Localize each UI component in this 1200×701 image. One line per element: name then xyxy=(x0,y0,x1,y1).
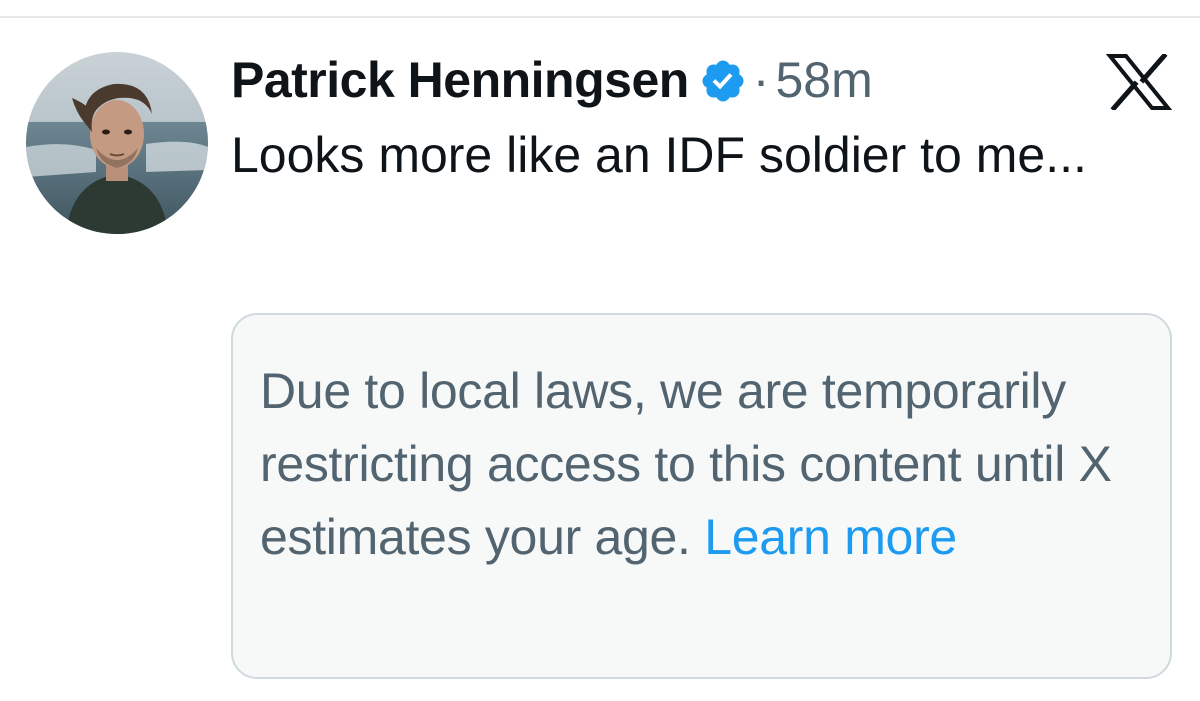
author-name[interactable]: Patrick Henningsen xyxy=(231,51,689,109)
timestamp[interactable]: 58m xyxy=(775,51,872,109)
notice-text: Due to local laws, we are temporarily re… xyxy=(260,355,1144,574)
tweet-screenshot: Patrick Henningsen · 58m Looks more like… xyxy=(0,0,1200,701)
age-restriction-notice: Due to local laws, we are temporarily re… xyxy=(231,313,1172,679)
top-divider xyxy=(0,16,1200,18)
avatar-photo xyxy=(26,52,208,234)
tweet-body: Patrick Henningsen · 58m Looks more like… xyxy=(231,40,1181,193)
notice-message: Due to local laws, we are temporarily re… xyxy=(260,363,1112,565)
x-logo-icon[interactable] xyxy=(1106,54,1172,110)
tweet-text: Looks more like an IDF soldier to me... xyxy=(231,127,1087,183)
verified-badge-icon[interactable] xyxy=(699,57,747,105)
avatar[interactable] xyxy=(26,52,208,234)
learn-more-link[interactable]: Learn more xyxy=(704,509,957,565)
separator-dot: · xyxy=(752,52,770,108)
tweet-header: Patrick Henningsen · 58m xyxy=(231,40,1181,120)
